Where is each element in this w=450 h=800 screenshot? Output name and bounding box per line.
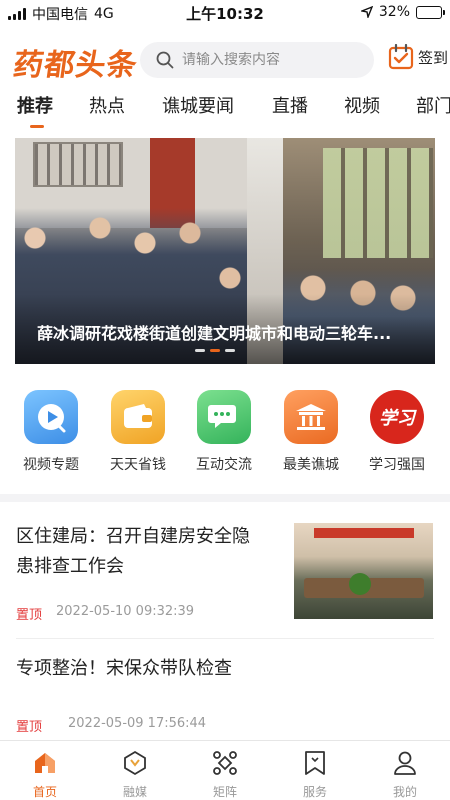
tabbar-label: 我的 [392, 785, 417, 799]
search-input[interactable] [182, 52, 362, 68]
status-bar: 中国电信 4G 上午10:32 32% [0, 0, 450, 26]
news-title-line: 区住建局：召开自建房安全隐 [16, 526, 250, 547]
quick-link-label: 最美谯城 [283, 457, 339, 473]
play-icon [24, 390, 78, 444]
carousel-dots [195, 349, 235, 352]
quick-link-label: 天天省钱 [110, 457, 166, 473]
tabbar-home[interactable]: 首页 [15, 749, 75, 800]
home-icon [15, 749, 75, 777]
service-icon [285, 749, 345, 777]
chat-icon [197, 390, 251, 444]
tab-video[interactable]: 视频 [344, 92, 380, 118]
tabbar-label: 服务 [302, 785, 327, 799]
pavilion-icon [284, 390, 338, 444]
location-arrow-icon [360, 6, 373, 18]
battery-icon [416, 5, 445, 19]
profile-icon [375, 749, 435, 777]
category-tabs: 推荐 热点 谯城要闻 直播 视频 部门 [0, 92, 450, 132]
pinned-tag: 置顶 [16, 720, 43, 735]
tabbar-service[interactable]: 服务 [285, 749, 345, 800]
signin-button[interactable]: 签到 [388, 44, 448, 70]
tabbar-profile[interactable]: 我的 [375, 749, 435, 800]
tab-local-news[interactable]: 谯城要闻 [162, 92, 234, 118]
tabbar-matrix[interactable]: 矩阵 [195, 749, 255, 800]
xuexi-logo: 学习 [370, 390, 424, 444]
news-date: 2022-05-09 17:56:44 [68, 716, 207, 731]
tab-live[interactable]: 直播 [272, 92, 308, 118]
banner-carousel[interactable]: 薛冰调研花戏楼街道创建文明城市和电动三轮车... [15, 138, 435, 364]
quick-link-video-topics[interactable]: 视频专题 [11, 390, 91, 474]
status-right: 32% [360, 4, 445, 20]
tab-recommend[interactable]: 推荐 [17, 92, 53, 118]
tab-department[interactable]: 部门 [416, 92, 450, 118]
tabbar-media[interactable]: 融媒 [105, 749, 165, 800]
calendar-check-icon [388, 44, 414, 70]
tabbar-label: 矩阵 [212, 785, 237, 799]
tabbar-label: 首页 [32, 785, 57, 799]
wallet-icon [111, 390, 165, 444]
quick-link-label: 视频专题 [23, 457, 79, 473]
tabbar-label: 融媒 [122, 785, 147, 799]
media-icon [105, 749, 165, 777]
carousel-dot[interactable] [195, 349, 205, 352]
search-icon [156, 51, 174, 69]
xuexi-logo-text: 学习 [379, 408, 415, 429]
app-header: 药都头条 签到 [0, 36, 450, 84]
news-title: 专项整治！宋保众带队检查 [16, 658, 232, 679]
active-tab-indicator [30, 125, 44, 128]
news-thumbnail [294, 523, 433, 619]
search-bar[interactable] [140, 42, 374, 78]
news-item[interactable]: 专项整治！宋保众带队检查 置顶 2022-05-09 17:56:44 [0, 648, 450, 738]
quick-link-beautiful-qiaocheng[interactable]: 最美谯城 [271, 390, 351, 474]
news-item[interactable]: 区住建局：召开自建房安全隐 患排查工作会 置顶 2022-05-10 09:32… [0, 510, 450, 638]
carousel-dot-active[interactable] [210, 349, 220, 352]
tab-hot[interactable]: 热点 [89, 92, 125, 118]
matrix-icon [195, 749, 255, 777]
quick-link-xuexi[interactable]: 学习 学习强国 [357, 390, 437, 474]
carousel-dot[interactable] [225, 349, 235, 352]
pinned-tag: 置顶 [16, 608, 43, 623]
quick-link-interaction[interactable]: 互动交流 [184, 390, 264, 474]
news-separator [16, 638, 434, 639]
app-logo: 药都头条 [11, 48, 140, 83]
signin-label: 签到 [418, 48, 449, 67]
news-title-line: 患排查工作会 [16, 556, 124, 577]
quick-link-savings[interactable]: 天天省钱 [98, 390, 178, 474]
quick-links: 视频专题 天天省钱 互动交流 最美谯城 学习 学习强国 [0, 390, 450, 480]
quick-link-label: 学习强国 [369, 457, 425, 473]
battery-percent: 32% [378, 4, 410, 20]
section-divider [0, 494, 450, 502]
bottom-tab-bar: 首页 融媒 矩阵 服务 我的 [0, 740, 450, 800]
quick-link-label: 互动交流 [196, 457, 252, 473]
banner-caption: 薛冰调研花戏楼街道创建文明城市和电动三轮车... [37, 324, 392, 343]
news-date: 2022-05-10 09:32:39 [56, 604, 195, 619]
